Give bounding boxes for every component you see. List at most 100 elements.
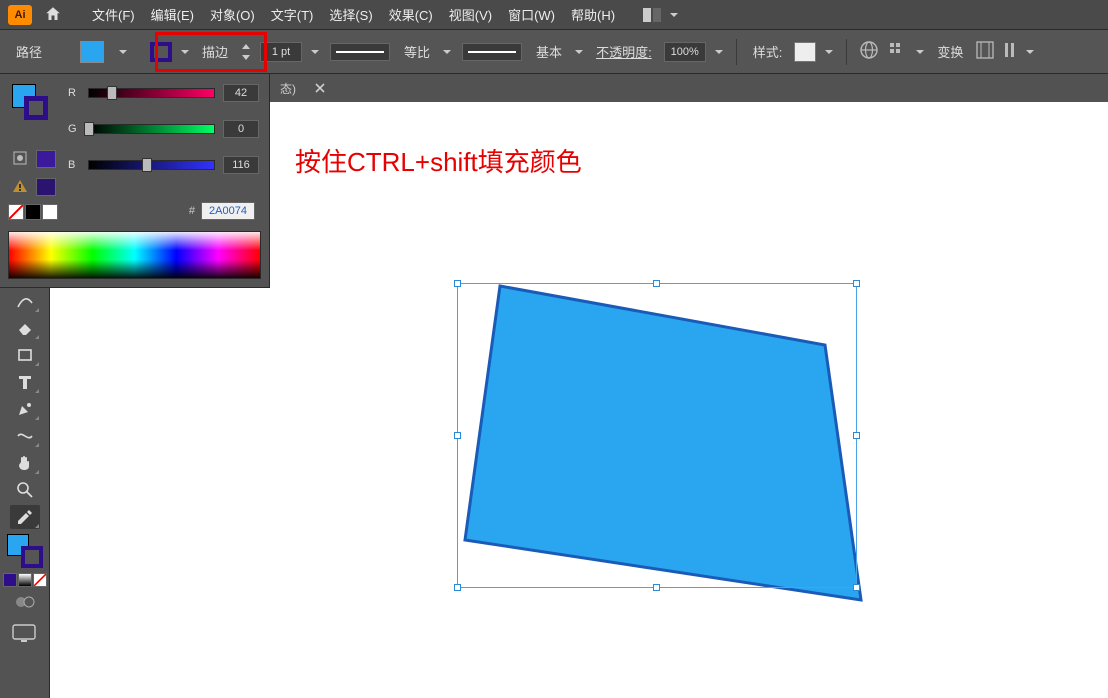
pen-tool[interactable] <box>10 397 40 421</box>
vbar-icon[interactable] <box>1003 40 1017 63</box>
menu-object[interactable]: 对象(O) <box>202 5 263 24</box>
selection-handle-nw[interactable] <box>454 280 461 287</box>
home-icon[interactable] <box>44 5 64 25</box>
chevron-down-icon[interactable] <box>118 47 128 57</box>
eraser-tool[interactable] <box>10 316 40 340</box>
color-panel-fillstroke[interactable] <box>12 84 48 120</box>
style-label: 样式: <box>749 42 787 61</box>
control-toolbar: 路径 描边 等比 基本 不透明度: 样式: 变换 <box>0 30 1108 74</box>
hex-hash-label: # <box>189 205 195 217</box>
stroke-label[interactable]: 描边 <box>198 42 232 61</box>
tool-stroke-swatch[interactable] <box>21 546 43 568</box>
eyedropper-tool[interactable] <box>10 505 40 529</box>
rectangle-tool[interactable] <box>10 343 40 367</box>
white-swatch[interactable] <box>42 204 58 220</box>
document-tab-bar: 态) <box>270 74 336 102</box>
graphic-style-swatch[interactable] <box>794 42 816 62</box>
r-slider-row: R 42 <box>68 82 259 104</box>
type-tool[interactable] <box>10 370 40 394</box>
menu-type[interactable]: 文字(T) <box>263 5 322 24</box>
none-swatch[interactable] <box>8 204 24 220</box>
isolate-icon[interactable] <box>975 40 995 63</box>
selection-handle-n[interactable] <box>653 280 660 287</box>
opacity-input[interactable] <box>664 42 706 62</box>
web-safe-swatch[interactable] <box>36 150 56 168</box>
in-gamut-swatch[interactable] <box>36 178 56 196</box>
menu-effect[interactable]: 效果(C) <box>381 5 441 24</box>
menu-edit[interactable]: 编辑(E) <box>143 5 202 24</box>
menu-layout-switcher[interactable] <box>643 8 679 22</box>
close-icon[interactable] <box>314 82 326 94</box>
chevron-down-icon[interactable] <box>180 47 190 57</box>
globe-icon[interactable] <box>859 40 879 63</box>
b-slider[interactable] <box>88 160 215 170</box>
out-of-web-row[interactable] <box>12 150 56 168</box>
screenmode-icon[interactable] <box>11 623 39 645</box>
black-swatch[interactable] <box>25 204 41 220</box>
selection-handle-s[interactable] <box>653 584 660 591</box>
out-of-gamut-row[interactable] <box>12 178 56 196</box>
r-channel-label: R <box>68 87 80 99</box>
profile-label: 等比 <box>400 42 434 61</box>
selection-handle-ne[interactable] <box>853 280 860 287</box>
divider <box>736 39 737 65</box>
selection-handle-se[interactable] <box>853 584 860 591</box>
color-panel: R 42 G 0 B 116 # <box>0 74 270 288</box>
r-value[interactable]: 42 <box>223 84 259 102</box>
selection-bounding-box[interactable] <box>457 283 857 588</box>
hex-input[interactable] <box>201 202 255 220</box>
chevron-down-icon[interactable] <box>310 47 320 57</box>
brush-label: 基本 <box>532 42 566 61</box>
menu-select[interactable]: 选择(S) <box>321 5 380 24</box>
chevron-down-icon[interactable] <box>714 47 724 57</box>
none-bw-swatches <box>8 204 58 220</box>
color-spectrum[interactable] <box>8 231 261 279</box>
b-channel-label: B <box>68 159 80 171</box>
curvature-tool[interactable] <box>10 289 40 313</box>
width-tool[interactable] <box>10 424 40 448</box>
chevron-down-icon[interactable] <box>574 47 584 57</box>
menu-help[interactable]: 帮助(H) <box>563 5 623 24</box>
zoom-tool[interactable] <box>10 478 40 502</box>
g-slider[interactable] <box>88 124 215 134</box>
stroke-color-swatch[interactable] <box>150 42 172 62</box>
r-slider[interactable] <box>88 88 215 98</box>
warning-icon <box>12 178 30 196</box>
color-mode-row <box>3 573 47 587</box>
stroke-weight-input[interactable] <box>260 42 302 62</box>
chevron-down-icon[interactable] <box>442 47 452 57</box>
divider <box>846 39 847 65</box>
hand-tool[interactable] <box>10 451 40 475</box>
brush-definition[interactable] <box>462 43 522 61</box>
out-of-gamut-icon <box>12 150 30 168</box>
stepper-icon[interactable] <box>240 43 252 61</box>
fill-stroke-indicator[interactable] <box>7 534 43 568</box>
opacity-label[interactable]: 不透明度: <box>592 42 656 61</box>
selection-handle-e[interactable] <box>853 432 860 439</box>
transform-label[interactable]: 变换 <box>933 42 967 61</box>
menubar: Ai 文件(F) 编辑(E) 对象(O) 文字(T) 选择(S) 效果(C) 视… <box>0 0 1108 30</box>
solid-color-mode[interactable] <box>3 573 17 587</box>
variable-width-profile[interactable] <box>330 43 390 61</box>
menu-view[interactable]: 视图(V) <box>441 5 500 24</box>
menu-file[interactable]: 文件(F) <box>84 5 143 24</box>
chevron-down-icon[interactable] <box>824 47 834 57</box>
none-mode[interactable] <box>33 573 47 587</box>
selection-context-label: 路径 <box>16 42 42 61</box>
panel-stroke-swatch[interactable] <box>24 96 48 120</box>
b-value[interactable]: 116 <box>223 156 259 174</box>
chevron-down-icon[interactable] <box>915 47 925 57</box>
drawmode-icon[interactable] <box>10 590 40 614</box>
instruction-annotation: 按住CTRL+shift填充颜色 <box>295 142 582 179</box>
selection-handle-w[interactable] <box>454 432 461 439</box>
selection-handle-sw[interactable] <box>454 584 461 591</box>
chevron-down-icon[interactable] <box>1025 47 1035 57</box>
app-logo: Ai <box>8 5 32 25</box>
gradient-mode[interactable] <box>18 573 32 587</box>
g-channel-label: G <box>68 123 80 135</box>
fill-color-swatch[interactable] <box>80 41 104 63</box>
menu-window[interactable]: 窗口(W) <box>500 5 563 24</box>
hex-row: # <box>189 202 255 220</box>
document-tab-title-partial[interactable]: 态) <box>280 80 296 97</box>
g-value[interactable]: 0 <box>223 120 259 138</box>
